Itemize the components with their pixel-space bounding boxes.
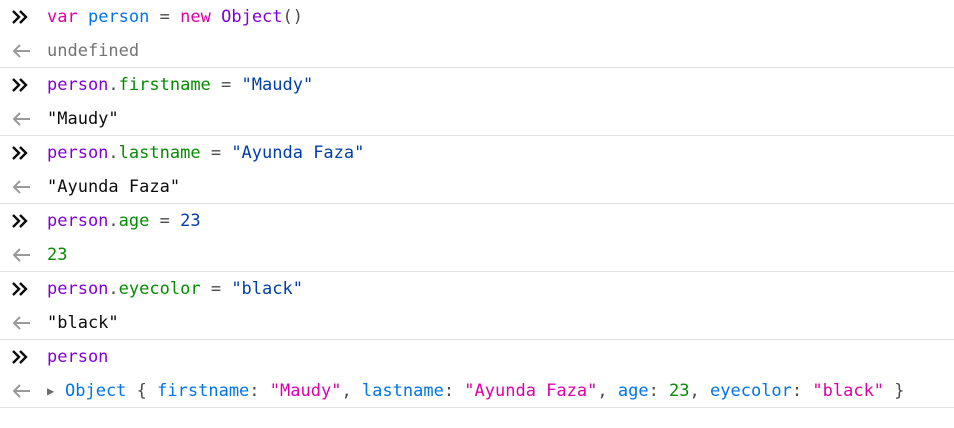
result-arrow-icon [0,374,47,407]
result-arrow-icon [0,34,47,67]
prompt-chevron-icon [0,204,47,238]
prompt-chevron-icon [0,68,47,102]
input-code: person.eyecolor = "black" [47,279,303,299]
prompt-chevron-icon [0,0,47,34]
input-code: person.age = 23 [47,211,201,231]
console-result-row: ▶ Object { firstname: "Maudy", lastname:… [0,374,954,408]
result-arrow-icon [0,102,47,135]
result-arrow-icon [0,238,47,271]
console-input-row[interactable]: person [0,340,954,374]
console-result-row: "black" [0,306,954,340]
input-code: person.firstname = "Maudy" [47,75,314,95]
input-code: person.lastname = "Ayunda Faza" [47,143,365,163]
result-value: undefined [47,40,140,61]
prompt-chevron-icon [0,136,47,170]
prompt-chevron-icon [0,340,47,374]
console-input-row[interactable]: person.eyecolor = "black" [0,272,954,306]
prompt-chevron-icon [0,272,47,306]
console-input-row[interactable]: person.age = 23 [0,204,954,238]
result-value: "black" [47,312,119,333]
expand-triangle-icon[interactable]: ▶ [47,384,65,398]
result-arrow-icon [0,170,47,203]
result-value: "Maudy" [47,108,119,129]
console-result-row: "Maudy" [0,102,954,136]
console-result-row: undefined [0,34,954,68]
input-code: person [47,347,109,367]
console-input-row[interactable]: var person = new Object() [0,0,954,34]
result-value: 23 [47,244,68,265]
console-result-row: "Ayunda Faza" [0,170,954,204]
console-input-row[interactable]: person.firstname = "Maudy" [0,68,954,102]
result-arrow-icon [0,306,47,339]
result-value: "Ayunda Faza" [47,176,181,197]
console-result-row: 23 [0,238,954,272]
object-preview[interactable]: Object { firstname: "Maudy", lastname: "… [65,381,905,401]
input-code: var person = new Object() [47,7,304,27]
console-output: var person = new Object() undefined pers… [0,0,954,408]
console-input-row[interactable]: person.lastname = "Ayunda Faza" [0,136,954,170]
